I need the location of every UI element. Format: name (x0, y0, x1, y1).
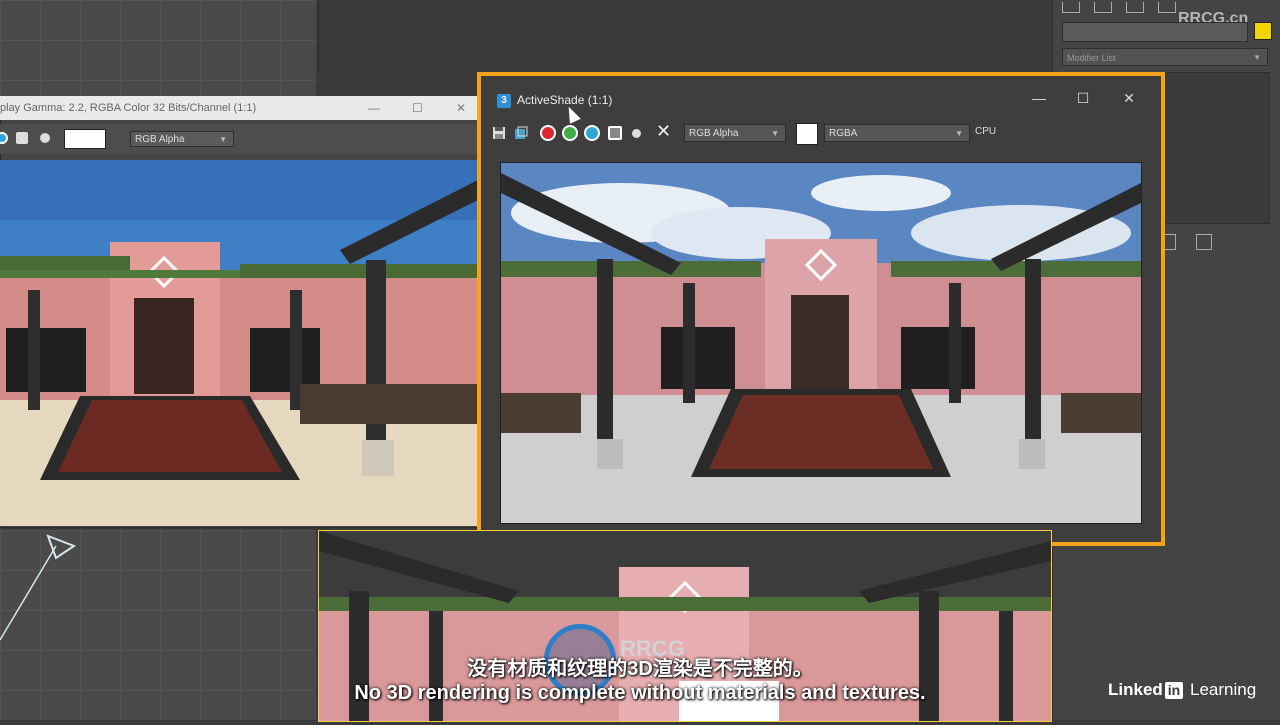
chevron-down-icon: ▼ (219, 135, 227, 144)
viewport-top-left[interactable] (0, 0, 316, 96)
activeshade-titlebar[interactable]: 3 ActiveShade (1:1) — ☐ ✕ (481, 86, 1161, 116)
frame-buffer-render (0, 160, 478, 526)
mono-channel-icon[interactable] (16, 132, 28, 144)
red-channel-icon[interactable] (540, 125, 556, 141)
minimize-icon[interactable]: — (368, 96, 380, 120)
minimize-icon[interactable]: — (1029, 90, 1049, 106)
subtitle-chinese: 没有材质和纹理的3D渲染是不完整的。 (467, 658, 813, 680)
chevron-down-icon: ▼ (1253, 53, 1261, 62)
mono-channel-icon[interactable] (608, 126, 622, 140)
copy-image-icon[interactable] (514, 126, 528, 140)
activeshade-title: ActiveShade (1:1) (517, 93, 613, 107)
create-tab-icon[interactable] (1062, 2, 1080, 13)
viewport-top-center[interactable] (318, 0, 1051, 72)
brand-learning: Learning (1189, 680, 1257, 699)
activeshade-toolbar: ✕ RGB Alpha ▼ RGBA ▼ CPU (488, 120, 1148, 148)
close-icon[interactable]: ✕ (1119, 90, 1139, 107)
hierarchy-tab-icon[interactable] (1126, 2, 1144, 13)
frame-buffer-titlebar[interactable]: play Gamma: 2.2, RGBA Color 32 Bits/Chan… (0, 96, 478, 120)
frame-buffer-title: play Gamma: 2.2, RGBA Color 32 Bits/Chan… (0, 102, 257, 114)
close-icon[interactable]: ✕ (456, 96, 466, 120)
save-image-icon[interactable] (492, 126, 506, 140)
maximize-icon[interactable]: ☐ (1073, 90, 1093, 107)
maximize-icon[interactable]: ☐ (412, 96, 423, 120)
stack-toolbar (1160, 234, 1260, 252)
chevron-down-icon: ▼ (955, 129, 963, 138)
subtitle-english: No 3D rendering is complete without mate… (354, 682, 926, 704)
frame-buffer-channel-value: RGB Alpha (135, 134, 185, 145)
modify-tab-icon[interactable] (1094, 2, 1112, 13)
object-color-swatch[interactable] (1254, 22, 1272, 40)
linkedin-learning-logo: Linked in Learning (1108, 680, 1256, 700)
activeshade-render (500, 162, 1142, 524)
motion-tab-icon[interactable] (1158, 2, 1176, 13)
renderer-label: CPU (975, 126, 997, 137)
frame-buffer-toolbar: RGB Alpha ▼ (0, 124, 478, 154)
blue-channel-icon[interactable] (0, 132, 8, 144)
object-name-field[interactable] (1062, 22, 1248, 42)
blue-channel-icon[interactable] (584, 125, 600, 141)
frame-buffer-channel-dropdown[interactable]: RGB Alpha ▼ (130, 131, 234, 147)
activeshade-display-value: RGBA (829, 128, 858, 139)
chevron-down-icon: ▼ (771, 129, 779, 138)
alpha-channel-icon[interactable] (40, 133, 50, 143)
alpha-channel-icon[interactable] (632, 129, 641, 138)
activeshade-channel-value: RGB Alpha (689, 128, 739, 139)
background-color-swatch[interactable] (64, 129, 106, 149)
background-color-swatch[interactable] (796, 123, 818, 145)
modifier-list-dropdown[interactable]: Modifier List ▼ (1062, 48, 1268, 66)
brand-in: in (1164, 682, 1184, 699)
configure-sets-icon[interactable] (1196, 234, 1212, 250)
activeshade-display-dropdown[interactable]: RGBA ▼ (824, 124, 970, 142)
green-channel-icon[interactable] (562, 125, 578, 141)
activeshade-channel-dropdown[interactable]: RGB Alpha ▼ (684, 124, 786, 142)
modifier-list-label: Modifier List (1067, 53, 1116, 63)
clear-icon[interactable]: ✕ (656, 122, 671, 140)
app-3dsmax-icon: 3 (497, 94, 511, 108)
brand-linked: Linked (1108, 680, 1163, 699)
